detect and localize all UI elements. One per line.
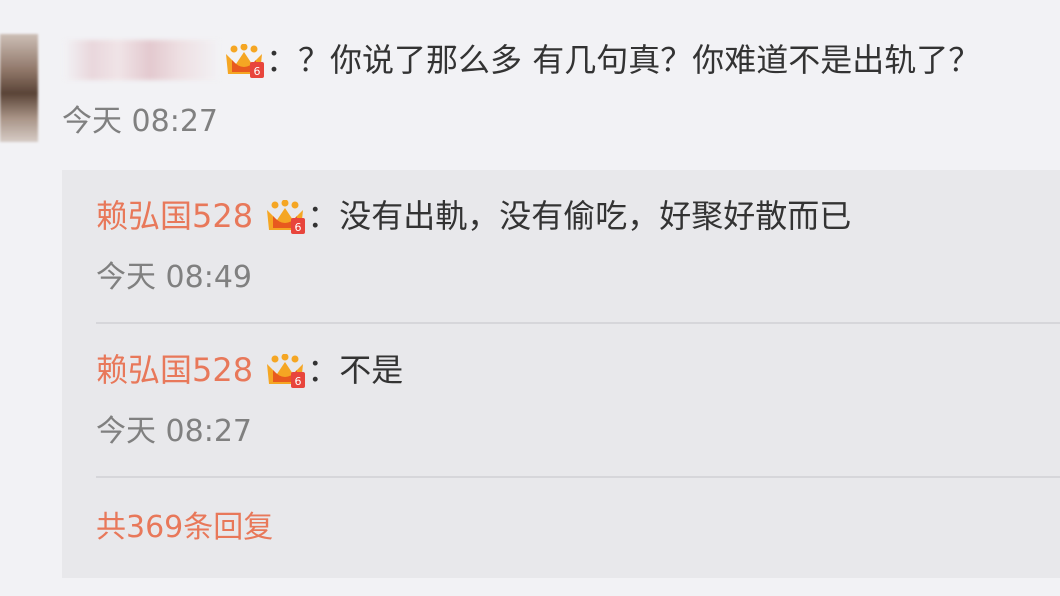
vip-crown-icon: 6 — [263, 354, 307, 390]
comment-separator: ： — [266, 41, 299, 79]
comment-line: 6 ：？你说了那么多 有几句真？你难道不是出轨了？ — [222, 40, 980, 80]
reply-text: 不是 — [339, 351, 404, 389]
vip-crown-icon: 6 — [222, 44, 266, 80]
svg-text:6: 6 — [254, 65, 261, 78]
reply-separator: ： — [307, 351, 340, 389]
reply-separator: ： — [307, 197, 340, 235]
svg-text:6: 6 — [295, 221, 302, 234]
reply-line: 赖弘国528 6 ：没有出軌，没有偷吃，好聚好散而已 — [96, 196, 851, 236]
reply-time: 今天 08:27 — [96, 414, 252, 449]
more-replies-link[interactable]: 共369条回复 — [96, 508, 273, 548]
svg-text:6: 6 — [295, 375, 302, 388]
reply-divider — [96, 322, 1060, 324]
avatar[interactable] — [0, 34, 38, 142]
vip-crown-icon: 6 — [263, 200, 307, 236]
reply-username[interactable]: 赖弘国528 — [96, 351, 253, 389]
reply-divider — [96, 476, 1060, 478]
reply-text: 没有出軌，没有偷吃，好聚好散而已 — [339, 197, 852, 235]
reply-time: 今天 08:49 — [96, 260, 252, 295]
username-blurred[interactable] — [64, 40, 220, 80]
reply-username[interactable]: 赖弘国528 — [96, 197, 253, 235]
comment-time: 今天 08:27 — [62, 104, 218, 139]
reply-line: 赖弘国528 6 ：不是 — [96, 350, 403, 390]
comment-text: ？你说了那么多 有几句真？你难道不是出轨了？ — [298, 41, 981, 79]
